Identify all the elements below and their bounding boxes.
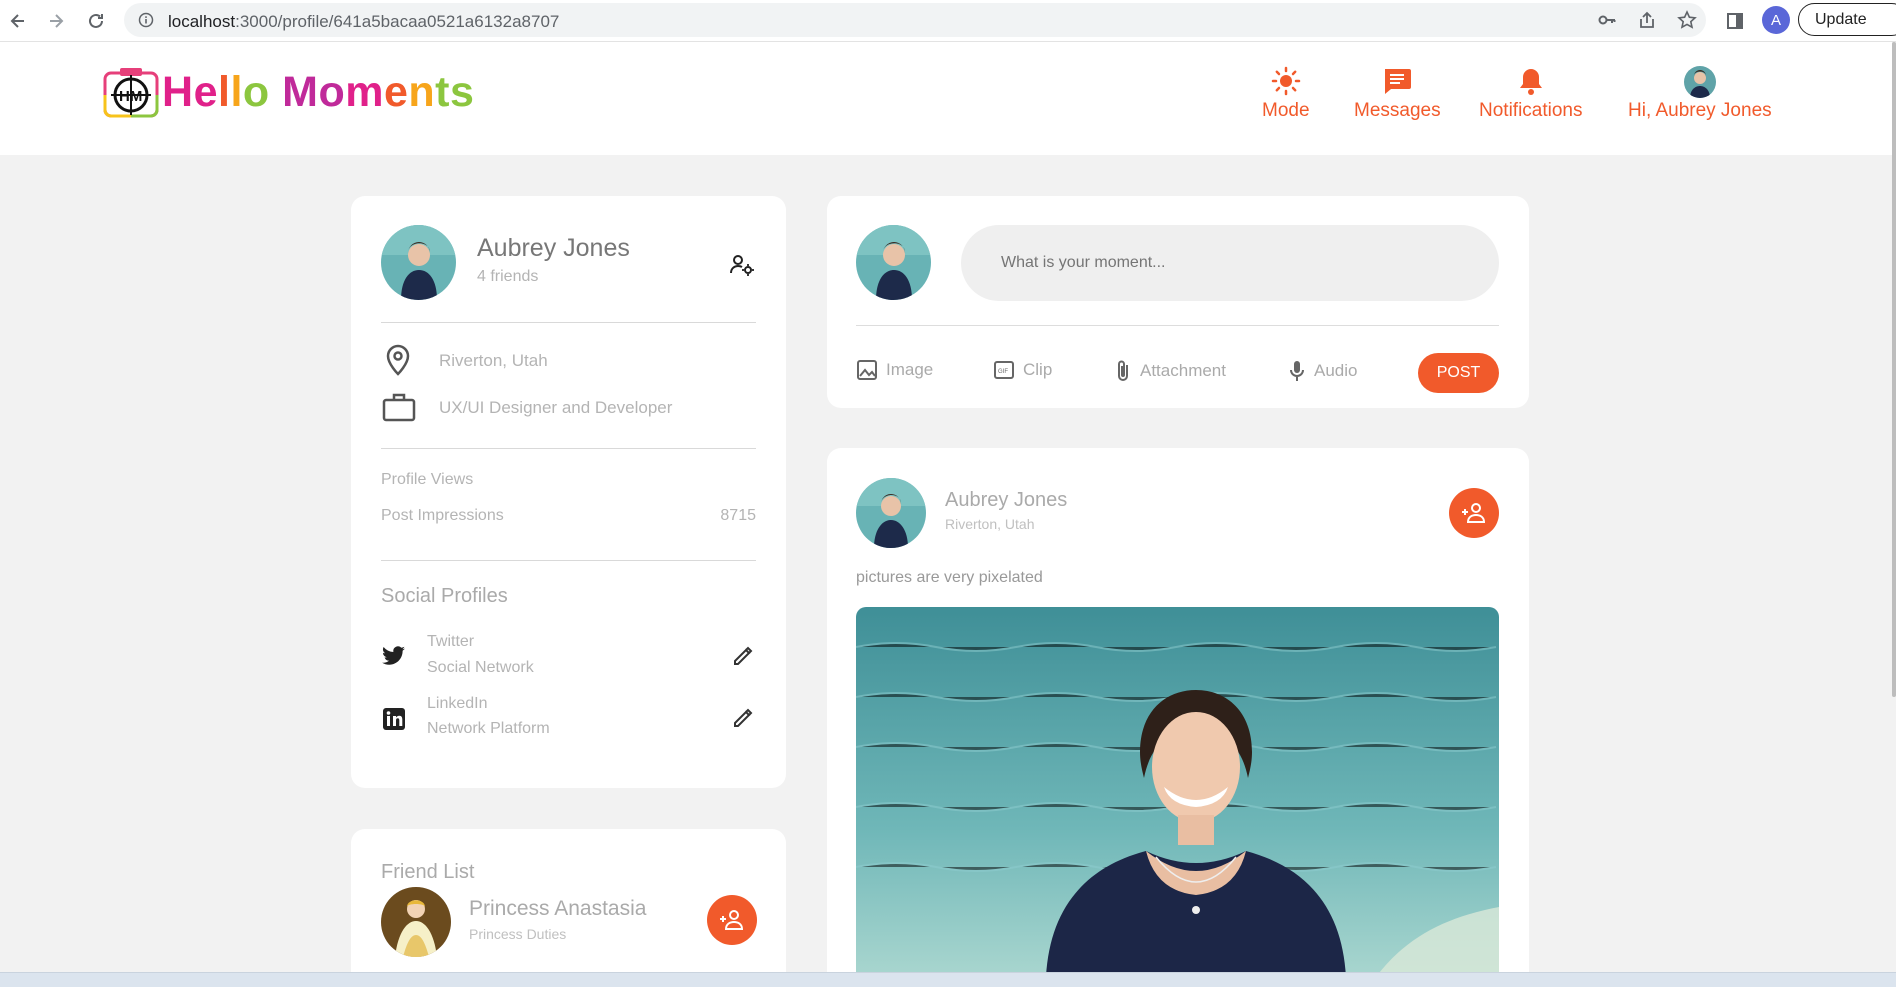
composer-avatar [856, 225, 931, 300]
post-author-name[interactable]: Aubrey Jones [945, 489, 1067, 512]
audio-button[interactable]: Audio [1288, 359, 1357, 383]
reload-icon [89, 13, 103, 28]
microphone-icon [1290, 361, 1304, 381]
divider [856, 325, 1499, 326]
friends-count: 4 friends [477, 268, 539, 285]
friend-list-title: Friend List [381, 861, 475, 883]
briefcase-icon [382, 392, 416, 427]
friend-name[interactable]: Princess Anastasia [469, 897, 646, 921]
back-arrow-icon [10, 14, 24, 28]
messages-link[interactable]: Messages [1354, 66, 1441, 122]
browser-profile-avatar[interactable]: A [1762, 6, 1790, 34]
profile-location: Riverton, Utah [439, 351, 548, 370]
linkedin-name[interactable]: LinkedIn [427, 695, 488, 713]
friend-avatar[interactable] [381, 887, 451, 957]
logo-text: Hello Moments [162, 67, 475, 116]
back-button[interactable] [4, 7, 32, 35]
profile-card: Aubrey Jones 4 friends Riverton, Utah UX… [351, 196, 786, 788]
edit-linkedin-icon[interactable] [732, 707, 754, 734]
browser-toolbar: localhost:3000/profile/641a5bacaa0521a61… [0, 0, 1896, 42]
location-pin-icon [385, 344, 411, 381]
divider [381, 560, 756, 561]
post-impressions-label: Post Impressions [381, 507, 504, 524]
attachment-button[interactable]: Attachment [1114, 359, 1226, 383]
user-menu[interactable]: Hi, Aubrey Jones [1628, 66, 1772, 122]
post-author-location: Riverton, Utah [945, 516, 1035, 532]
forward-button[interactable] [42, 7, 70, 35]
side-panel-icon[interactable] [1722, 8, 1748, 34]
post-card: Aubrey Jones Riverton, Utah pictures are… [827, 448, 1529, 987]
app-header: HM Hello Moments Mode Messages Notificat… [0, 42, 1892, 155]
bell-icon [1519, 69, 1542, 95]
twitter-name[interactable]: Twitter [427, 633, 474, 651]
twitter-sub: Social Network [427, 659, 534, 676]
notifications-link[interactable]: Notifications [1479, 66, 1583, 122]
linkedin-sub: Network Platform [427, 720, 550, 737]
logo[interactable]: HM Hello Moments [102, 64, 474, 120]
message-icon [1385, 69, 1412, 94]
divider [381, 448, 756, 449]
logo-camera-icon: HM [102, 65, 160, 119]
remove-friend-button[interactable] [707, 895, 757, 945]
messages-label: Messages [1354, 100, 1441, 121]
url-text[interactable]: localhost:3000/profile/641a5bacaa0521a61… [168, 12, 559, 32]
post-impressions-value: 8715 [720, 507, 756, 524]
post-text: pictures are very pixelated [856, 569, 1043, 586]
clip-button[interactable]: GIF Clip [993, 359, 1052, 381]
profile-name[interactable]: Aubrey Jones [477, 234, 630, 263]
paperclip-icon [1118, 360, 1128, 381]
mode-label: Mode [1262, 100, 1310, 121]
sun-icon [1271, 66, 1301, 96]
image-icon [857, 360, 877, 380]
key-icon[interactable] [1594, 7, 1620, 33]
svg-text:GIF: GIF [998, 369, 1008, 375]
twitter-icon [382, 646, 406, 671]
person-add-icon [720, 910, 744, 930]
post-button[interactable]: POST [1418, 353, 1499, 393]
composer-card: Image GIF Clip Attachment Audio POST [827, 196, 1529, 408]
clip-label: Clip [1023, 360, 1053, 379]
manage-account-icon[interactable] [729, 252, 755, 283]
post-image[interactable] [856, 607, 1499, 977]
gif-icon: GIF [994, 361, 1014, 379]
svg-text:HM: HM [119, 88, 142, 105]
divider [381, 322, 756, 323]
linkedin-icon [383, 708, 405, 735]
attachment-label: Attachment [1140, 361, 1226, 380]
info-icon[interactable] [138, 12, 154, 28]
bookmark-star-icon[interactable] [1674, 7, 1700, 33]
header-avatar [1683, 66, 1716, 98]
add-friend-button[interactable] [1449, 488, 1499, 538]
address-bar[interactable]: localhost:3000/profile/641a5bacaa0521a61… [124, 3, 1706, 37]
update-button[interactable]: Update⋮ [1798, 3, 1896, 36]
profile-occupation: UX/UI Designer and Developer [439, 398, 673, 417]
social-profiles-title: Social Profiles [381, 585, 508, 607]
edit-twitter-icon[interactable] [732, 645, 754, 672]
user-greeting: Hi, Aubrey Jones [1628, 100, 1772, 121]
audio-label: Audio [1314, 361, 1358, 380]
mode-toggle[interactable]: Mode [1262, 66, 1310, 122]
friend-sub: Princess Duties [469, 926, 567, 942]
update-label: Update [1815, 11, 1867, 28]
url-host: localhost [168, 12, 236, 31]
notifications-label: Notifications [1479, 100, 1583, 121]
friend-list-card: Friend List Princess Anastasia Princess … [351, 829, 786, 987]
profile-avatar[interactable] [381, 225, 456, 300]
share-icon[interactable] [1634, 7, 1660, 33]
url-path: :3000/profile/641a5bacaa0521a6132a8707 [235, 12, 560, 31]
image-label: Image [886, 360, 934, 379]
profile-views-label: Profile Views [381, 471, 474, 488]
page-scrollbar[interactable] [1892, 42, 1896, 697]
forward-arrow-icon [50, 14, 64, 28]
post-author-avatar[interactable] [856, 478, 926, 548]
person-add-icon [1462, 503, 1486, 523]
image-button[interactable]: Image [856, 359, 933, 381]
os-taskbar [0, 972, 1896, 987]
reload-button[interactable] [82, 7, 110, 35]
moment-input[interactable] [961, 225, 1499, 301]
